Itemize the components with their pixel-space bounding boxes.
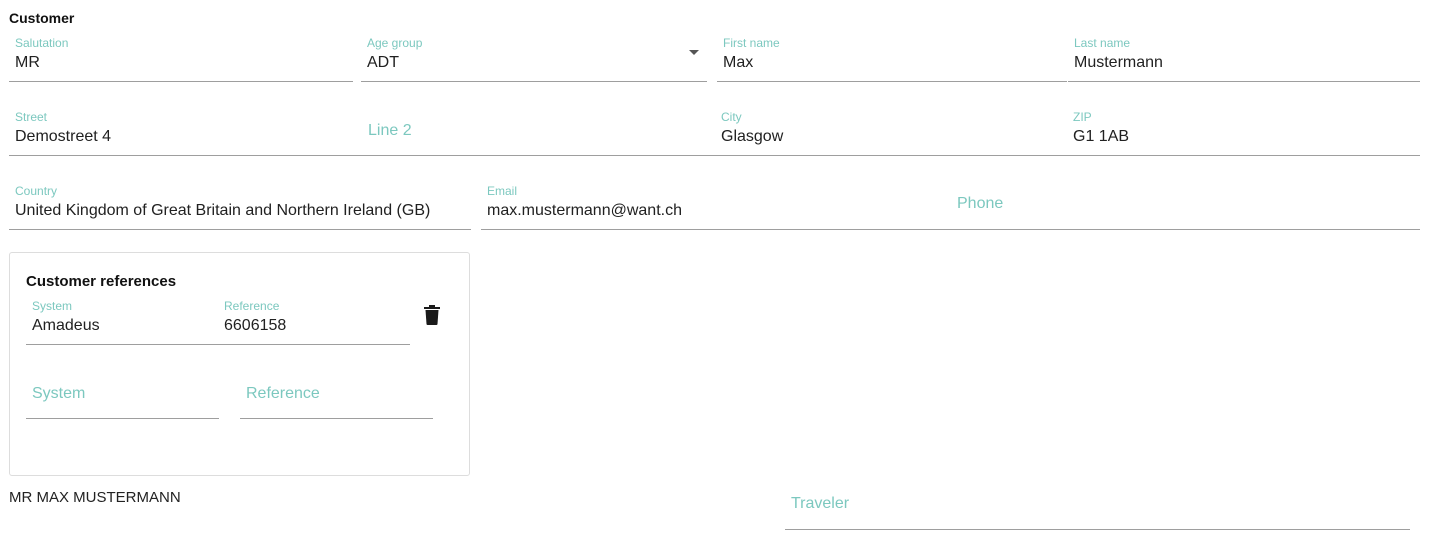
street-label: Street	[15, 110, 48, 124]
traveler-placeholder: Traveler	[791, 495, 850, 512]
zip-field[interactable]: ZIP G1 1AB	[1067, 110, 1420, 156]
city-label: City	[721, 110, 742, 124]
new-reference-reference-field[interactable]: Reference	[240, 373, 433, 419]
first-name-label: First name	[723, 36, 780, 50]
new-reference-reference-placeholder: Reference	[246, 385, 320, 402]
salutation-value: MR	[15, 54, 40, 71]
country-field[interactable]: Country United Kingdom of Great Britain …	[9, 184, 471, 230]
street-value: Demostreet 4	[15, 128, 112, 145]
last-name-label: Last name	[1074, 36, 1131, 50]
customer-references-title: Customer references	[26, 273, 177, 290]
age-group-value: ADT	[367, 54, 399, 71]
traveler-field[interactable]: Traveler	[785, 484, 1410, 530]
customer-section-title: Customer	[9, 10, 75, 26]
country-value: United Kingdom of Great Britain and Nort…	[15, 202, 431, 219]
email-label: Email	[487, 184, 518, 198]
salutation-label: Salutation	[15, 36, 69, 50]
line2-placeholder: Line 2	[368, 122, 412, 139]
reference-row-system-value: Amadeus	[32, 317, 100, 334]
reference-row-reference-field[interactable]: Reference 6606158	[218, 299, 410, 345]
phone-placeholder: Phone	[957, 195, 1004, 212]
city-value: Glasgow	[721, 128, 784, 145]
age-group-select[interactable]: Age group ADT	[361, 36, 707, 82]
zip-label: ZIP	[1073, 110, 1092, 124]
last-name-value: Mustermann	[1074, 54, 1163, 71]
reference-row-reference-value: 6606158	[224, 317, 287, 334]
first-name-field[interactable]: First name Max	[717, 36, 1067, 82]
country-label: Country	[15, 184, 58, 198]
zip-value: G1 1AB	[1073, 128, 1130, 145]
last-name-field[interactable]: Last name Mustermann	[1068, 36, 1420, 82]
email-field[interactable]: Email max.mustermann@want.ch	[481, 184, 951, 230]
reference-row-system-field[interactable]: System Amadeus	[26, 299, 219, 345]
customer-summary-name: MR MAX MUSTERMANN	[9, 489, 181, 506]
reference-row-system-label: System	[32, 299, 73, 313]
salutation-field[interactable]: Salutation MR	[9, 36, 353, 82]
reference-row-reference-label: Reference	[224, 299, 280, 313]
city-field[interactable]: City Glasgow	[715, 110, 1067, 156]
first-name-value: Max	[723, 54, 754, 71]
new-reference-system-field[interactable]: System	[26, 373, 219, 419]
age-group-label: Age group	[367, 36, 423, 50]
trash-icon[interactable]	[424, 305, 440, 325]
customer-references-card: Customer references System Amadeus Refer…	[9, 252, 470, 476]
line2-field[interactable]: Line 2	[362, 110, 717, 156]
dropdown-arrow-icon[interactable]	[689, 50, 699, 55]
new-reference-system-placeholder: System	[32, 385, 86, 402]
email-value: max.mustermann@want.ch	[487, 202, 682, 219]
street-field[interactable]: Street Demostreet 4	[9, 110, 363, 156]
phone-field[interactable]: Phone	[951, 184, 1420, 230]
